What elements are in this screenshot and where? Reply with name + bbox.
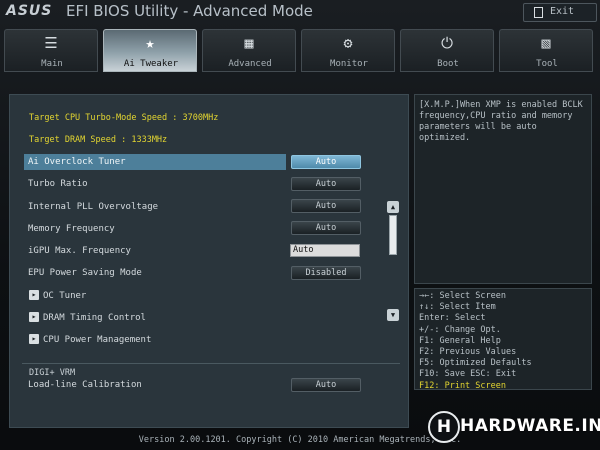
window-title: EFI BIOS Utility - Advanced Mode bbox=[66, 2, 313, 20]
bios-screen: ASUS EFI BIOS Utility - Advanced Mode Ex… bbox=[0, 0, 600, 450]
setting-label: Internal PLL Overvoltage bbox=[28, 202, 159, 212]
epu-power-saving-mode-value[interactable]: Disabled bbox=[291, 266, 361, 280]
key-hint: +/-: Change Opt. bbox=[419, 324, 501, 335]
memory-frequency-value[interactable]: Auto bbox=[291, 221, 361, 235]
tool-icon: ▧ bbox=[541, 34, 551, 52]
scroll-up-icon[interactable]: ▲ bbox=[387, 201, 399, 213]
chevron-right-icon: ▸ bbox=[29, 312, 39, 322]
help-panel: [X.M.P.]When XMP is enabled BCLK frequen… bbox=[414, 94, 592, 284]
tab-advanced[interactable]: ▦ Advanced bbox=[202, 29, 296, 72]
turbo-ratio-value[interactable]: Auto bbox=[291, 177, 361, 191]
dram-speed-info: Target DRAM Speed : 1333MHz bbox=[29, 135, 168, 145]
tab-label: Ai Tweaker bbox=[123, 59, 179, 69]
tab-bar: ☰ Main ★ Ai Tweaker ▦ Advanced ⚙ Monitor… bbox=[4, 29, 596, 73]
igpu-max-frequency-input[interactable]: Auto bbox=[290, 244, 360, 257]
exit-label: Exit bbox=[550, 6, 575, 17]
power-icon: ⏻ bbox=[441, 34, 453, 52]
setting-label: Turbo Ratio bbox=[28, 179, 88, 189]
hardware-info-watermark: H HARDWARE.INFO bbox=[426, 410, 600, 443]
setting-row-ai-overclock-tuner[interactable]: Ai Overclock Tuner bbox=[24, 154, 286, 170]
tab-tool[interactable]: ▧ Tool bbox=[499, 29, 593, 72]
setting-label: iGPU Max. Frequency bbox=[28, 246, 131, 256]
exit-icon bbox=[534, 7, 543, 18]
tab-ai-tweaker[interactable]: ★ Ai Tweaker bbox=[103, 29, 197, 72]
key-hint: F2: Previous Values bbox=[419, 347, 517, 358]
cpu-turbo-info: Target CPU Turbo-Mode Speed : 3700MHz bbox=[29, 113, 219, 123]
settings-panel: Target CPU Turbo-Mode Speed : 3700MHz Ta… bbox=[9, 94, 409, 428]
tab-main[interactable]: ☰ Main bbox=[4, 29, 98, 72]
submenu-label: DRAM Timing Control bbox=[43, 313, 146, 323]
setting-label: Load-line Calibration bbox=[28, 380, 142, 390]
setting-row-igpu-max-frequency[interactable]: iGPU Max. Frequency bbox=[24, 243, 286, 259]
setting-row-load-line-calibration[interactable]: Load-line Calibration bbox=[24, 377, 286, 393]
chevron-right-icon: ▸ bbox=[29, 290, 39, 300]
watermark-text: HARDWARE.INFO bbox=[460, 416, 600, 436]
key-hint: →←: Select Screen bbox=[419, 291, 506, 301]
asus-logo: ASUS bbox=[6, 3, 53, 19]
setting-label: Memory Frequency bbox=[28, 224, 115, 234]
setting-label: EPU Power Saving Mode bbox=[28, 268, 142, 278]
load-line-calibration-value[interactable]: Auto bbox=[291, 378, 361, 392]
scroll-down-icon[interactable]: ▼ bbox=[387, 309, 399, 321]
setting-row-internal-pll-overvoltage[interactable]: Internal PLL Overvoltage bbox=[24, 199, 286, 215]
ai-overclock-tuner-value[interactable]: Auto bbox=[291, 155, 361, 169]
setting-row-epu-power-saving-mode[interactable]: EPU Power Saving Mode bbox=[24, 265, 286, 281]
tab-monitor[interactable]: ⚙ Monitor bbox=[301, 29, 395, 72]
key-hint-print-screen: F12: Print Screen bbox=[419, 380, 506, 391]
tab-label: Advanced bbox=[228, 59, 272, 69]
advanced-icon: ▦ bbox=[244, 34, 254, 52]
scroll-thumb[interactable] bbox=[389, 215, 397, 255]
submenu-dram-timing-control[interactable]: ▸ DRAM Timing Control bbox=[24, 310, 286, 326]
tab-label: Main bbox=[41, 59, 63, 69]
tab-label: Tool bbox=[536, 59, 558, 69]
key-hint: Enter: Select bbox=[419, 313, 486, 324]
setting-row-memory-frequency[interactable]: Memory Frequency bbox=[24, 221, 286, 237]
exit-button[interactable]: Exit bbox=[523, 3, 597, 22]
submenu-label: OC Tuner bbox=[43, 291, 87, 301]
submenu-label: CPU Power Management bbox=[43, 335, 152, 345]
key-legend: →←: Select Screen ↑↓: Select Item Enter:… bbox=[414, 288, 592, 391]
setting-row-turbo-ratio[interactable]: Turbo Ratio bbox=[24, 176, 286, 192]
monitor-icon: ⚙ bbox=[343, 34, 353, 52]
header: ASUS EFI BIOS Utility - Advanced Mode Ex… bbox=[0, 0, 600, 24]
key-hint: ↑↓: Select Item bbox=[419, 302, 496, 313]
key-hint: F10: Save ESC: Exit bbox=[419, 369, 517, 380]
setting-label: Ai Overclock Tuner bbox=[28, 157, 126, 167]
list-icon: ☰ bbox=[44, 34, 58, 52]
tab-label: Monitor bbox=[330, 59, 368, 69]
section-divider bbox=[22, 363, 400, 364]
submenu-oc-tuner[interactable]: ▸ OC Tuner bbox=[24, 288, 286, 304]
key-hint: F5: Optimized Defaults bbox=[419, 358, 532, 369]
scrollbar[interactable]: ▲ ▼ bbox=[387, 201, 399, 321]
tab-boot[interactable]: ⏻ Boot bbox=[400, 29, 494, 72]
key-hint: F1: General Help bbox=[419, 335, 501, 346]
submenu-cpu-power-management[interactable]: ▸ CPU Power Management bbox=[24, 332, 286, 348]
watermark-logo: H bbox=[428, 411, 460, 443]
tab-label: Boot bbox=[437, 59, 459, 69]
internal-pll-overvoltage-value[interactable]: Auto bbox=[291, 199, 361, 213]
tweaker-icon: ★ bbox=[145, 34, 155, 52]
chevron-right-icon: ▸ bbox=[29, 334, 39, 344]
